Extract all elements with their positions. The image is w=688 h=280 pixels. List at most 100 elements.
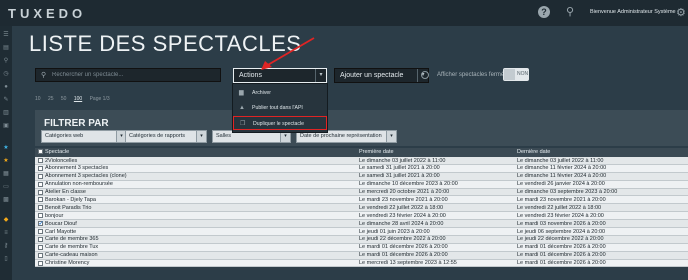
search-icon[interactable]: ⚲ (2, 58, 10, 64)
first-date: Le dimanche 10 décembre 2023 à 20:00 (359, 181, 458, 188)
add-spectacle-dropdown[interactable]: Ajouter un spectacle ▾ (334, 68, 429, 83)
grid-icon[interactable]: ▩ (2, 197, 10, 203)
row-checkbox[interactable] (38, 189, 43, 195)
last-date: Le mardi 03 novembre 2026 à 20:00 (517, 220, 606, 227)
column-first-date[interactable]: Première date (359, 149, 394, 155)
chart-icon[interactable]: ▥ (2, 110, 10, 116)
phone-icon[interactable]: ▯ (2, 256, 10, 262)
menu-icon[interactable]: ☰ (2, 32, 10, 38)
spectacle-name[interactable]: Abonnement 3 spectacles (45, 165, 108, 171)
last-date: Le jeudi 22 décembre 2022 à 20:00 (517, 236, 604, 243)
row-checkbox[interactable] (38, 220, 44, 227)
first-date: Le mardi 23 novembre 2021 à 20:00 (359, 196, 448, 203)
clock-icon[interactable]: ◷ (2, 71, 10, 77)
page-size-10[interactable]: 10 (35, 96, 41, 102)
table-row[interactable]: Christine Morency Le mercredi 13 septembr… (35, 259, 688, 268)
first-date: Le vendredi 22 juillet 2022 à 18:00 (359, 204, 444, 211)
last-date: Le dimanche 03 septembre 2023 à 20:00 (517, 189, 618, 196)
calendar-icon[interactable]: ▦ (2, 171, 10, 177)
table-row[interactable]: Boucar Diouf Le dimanche 28 avril 2024 à … (35, 220, 688, 229)
column-spectacle[interactable]: Spectacle (45, 149, 69, 155)
row-checkbox[interactable] (38, 197, 43, 203)
search-box[interactable]: ⚲ (35, 68, 221, 82)
menu-item-duplicate[interactable]: ❐ Dupliquer le spectacle (233, 116, 327, 130)
menu-item-label: Publier tout dans l'API (252, 105, 303, 111)
print-icon[interactable]: ▣ (2, 123, 10, 129)
report-category-select[interactable]: Catégories de rapports ▾ (125, 130, 207, 143)
page-size-25[interactable]: 25 (48, 96, 54, 102)
spectacle-name[interactable]: Carte de membre 365 (45, 236, 99, 242)
table-row[interactable]: Benoit Paradis Trio Le vendredi 22 juille… (35, 204, 688, 213)
last-date: Le dimanche 11 février 2024 à 20:00 (517, 165, 607, 172)
tag-icon[interactable]: ◆ (2, 217, 10, 223)
table-row[interactable]: Abonnement 3 spectacles (clone) Le samedi… (35, 172, 688, 181)
search-input[interactable] (52, 69, 217, 81)
spectacle-name[interactable]: 2Violoncelles (45, 158, 77, 164)
network-icon[interactable]: ⚲ (564, 5, 576, 19)
users-icon[interactable]: ● (2, 84, 10, 90)
help-icon[interactable]: ? (538, 6, 550, 18)
top-bar: TUXEDO ? ⚲ Bienvenue Administrateur Syst… (0, 0, 688, 26)
spectacle-name[interactable]: Barokan - Djely Tapa (45, 197, 96, 203)
row-checkbox[interactable] (38, 165, 43, 171)
menu-item-archive[interactable]: ▆ Archiver (233, 86, 327, 100)
table-row[interactable]: bonjour Le vendredi 23 février 2024 à 20:… (35, 212, 688, 221)
table-row[interactable]: 2Violoncelles Le dimanche 03 juillet 2022… (35, 157, 688, 165)
spectacle-name[interactable]: Carl Mayotte (45, 229, 76, 235)
copy-icon: ❐ (240, 121, 246, 127)
table-row[interactable]: Atelier En classe Le mercredi 20 octobre … (35, 188, 688, 197)
spectacle-name[interactable]: bonjour (45, 213, 63, 219)
last-date: Le mardi 01 décembre 2026 à 20:00 (517, 260, 606, 267)
row-checkbox[interactable] (38, 181, 43, 187)
spectacles-table: Spectacle Première date Dernière date 2V… (35, 148, 688, 268)
spectacle-name[interactable]: Abonnement 3 spectacles (clone) (45, 173, 127, 179)
row-checkbox[interactable] (38, 252, 43, 258)
ticket-icon[interactable]: ▤ (2, 45, 10, 51)
row-checkbox[interactable] (38, 213, 43, 219)
tools-icon[interactable]: ✎ (2, 97, 10, 103)
star-icon[interactable]: ★ (2, 158, 10, 164)
row-checkbox[interactable] (38, 173, 43, 179)
spectacle-name[interactable]: Christine Morency (45, 260, 89, 266)
row-checkbox[interactable] (38, 244, 43, 250)
select-all-checkbox[interactable] (38, 149, 43, 154)
column-last-date[interactable]: Dernière date (517, 149, 550, 155)
row-checkbox[interactable] (38, 205, 43, 211)
star-icon[interactable]: ★ (2, 145, 10, 151)
web-category-select[interactable]: Catégories web ▾ (41, 130, 127, 143)
table-row[interactable]: Carte de membre Tux Le mardi 01 décembre … (35, 243, 688, 252)
spectacle-name[interactable]: Annulation non-remboursée (45, 181, 113, 187)
page-size-50[interactable]: 50 (61, 96, 67, 102)
first-date: Le samedi 31 juillet 2021 à 20:00 (359, 173, 440, 180)
menu-item-publish-api[interactable]: ▲ Publier tout dans l'API (233, 101, 327, 115)
table-row[interactable]: Annulation non-remboursée Le dimanche 10 … (35, 180, 688, 189)
list-icon[interactable]: ≡ (2, 230, 10, 236)
next-date-label: Date de prochaine représentation (300, 133, 382, 139)
key-icon[interactable]: ⚷ (2, 243, 10, 249)
first-date: Le mardi 01 décembre 2026 à 20:00 (359, 244, 448, 251)
chevron-down-icon: ▾ (196, 131, 206, 142)
info-icon (421, 71, 429, 79)
row-checkbox[interactable] (38, 236, 43, 242)
table-row[interactable]: Carl Mayotte Le jeudi 01 juin 2023 à 20:0… (35, 228, 688, 236)
row-checkbox[interactable] (38, 158, 43, 163)
row-checkbox[interactable] (38, 260, 43, 266)
table-row[interactable]: Barokan - Djely Tapa Le mardi 23 novembre… (35, 196, 688, 205)
row-checkbox[interactable] (38, 229, 43, 235)
last-date: Le mardi 01 décembre 2026 à 20:00 (517, 244, 606, 251)
table-row[interactable]: Abonnement 3 spectacles Le samedi 31 juil… (35, 164, 688, 173)
show-closed-toggle[interactable]: NON (503, 68, 529, 81)
spectacle-name[interactable]: Benoit Paradis Trio (45, 205, 91, 211)
gear-icon[interactable]: ⚙ (676, 6, 686, 19)
spectacle-name[interactable]: Atelier En classe (45, 189, 86, 195)
folder-icon[interactable]: ▭ (2, 184, 10, 190)
table-row[interactable]: Carte-cadeau maison Le mardi 01 décembre … (35, 251, 688, 260)
table-row[interactable]: Carte de membre 365 Le jeudi 22 décembre … (35, 235, 688, 244)
page-size-100[interactable]: 100 (74, 96, 82, 102)
last-date: Le vendredi 26 janvier 2024 à 20:00 (517, 181, 605, 188)
spectacle-name[interactable]: Boucar Diouf (45, 221, 77, 227)
app-logo[interactable]: TUXEDO (8, 6, 86, 21)
show-closed-label: Afficher spectacles fermés (437, 72, 508, 78)
spectacle-name[interactable]: Carte-cadeau maison (45, 252, 98, 258)
spectacle-name[interactable]: Carte de membre Tux (45, 244, 98, 250)
